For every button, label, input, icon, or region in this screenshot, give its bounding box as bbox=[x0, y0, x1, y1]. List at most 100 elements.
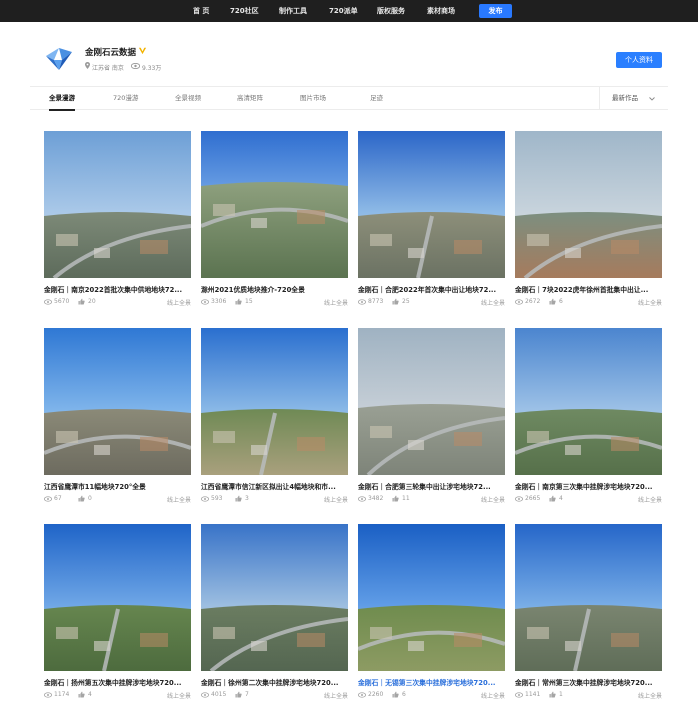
like-count: 25 bbox=[402, 298, 410, 305]
nav-community[interactable]: 720社区 bbox=[230, 0, 259, 22]
online-panorama-tag: 线上全景 bbox=[166, 300, 191, 307]
panorama-thumbnail[interactable] bbox=[44, 131, 191, 278]
online-panorama-tag: 线上全景 bbox=[323, 497, 348, 504]
nav-copyright[interactable]: 版权服务 bbox=[377, 0, 405, 22]
online-panorama-tag: 线上全景 bbox=[480, 693, 505, 700]
panorama-thumbnail[interactable] bbox=[201, 524, 348, 671]
work-stats: 3306 15 线上全景 bbox=[201, 298, 348, 308]
panorama-thumbnail[interactable] bbox=[515, 131, 662, 278]
thumbs-up-icon bbox=[235, 298, 242, 305]
work-title[interactable]: 滁州2021优质地块推介-720全景 bbox=[201, 284, 348, 294]
work-title[interactable]: 江西省鹰潭市信江新区拟出让4幅地块和市... bbox=[201, 481, 348, 491]
eye-icon bbox=[515, 496, 523, 502]
panorama-thumbnail[interactable] bbox=[44, 524, 191, 671]
eye-icon bbox=[44, 299, 52, 305]
online-panorama-tag: 线上全景 bbox=[637, 300, 662, 307]
work-title[interactable]: 金刚石｜无锡第三次集中挂牌涉宅地块720... bbox=[358, 677, 505, 687]
eye-icon bbox=[131, 63, 140, 69]
view-count: 2260 bbox=[368, 691, 384, 698]
tab-image-market[interactable]: 图片市场 bbox=[300, 87, 326, 110]
eye-icon bbox=[44, 496, 52, 502]
online-panorama-tag: 线上全景 bbox=[166, 693, 191, 700]
work-stats: 5670 20 线上全景 bbox=[44, 298, 191, 308]
thumbs-up-icon bbox=[78, 298, 85, 305]
panorama-thumbnail[interactable] bbox=[358, 524, 505, 671]
like-count: 4 bbox=[559, 495, 563, 502]
profile-views: 9.33万 bbox=[142, 65, 162, 72]
work-title[interactable]: 金刚石｜7块2022虎年徐州首批集中出让... bbox=[515, 284, 662, 294]
nav-home[interactable]: 首 页 bbox=[193, 0, 209, 22]
work-stats: 8773 25 线上全景 bbox=[358, 298, 505, 308]
panorama-thumbnail[interactable] bbox=[515, 328, 662, 475]
tab-panorama-video[interactable]: 全景视频 bbox=[175, 87, 201, 110]
thumbs-up-icon bbox=[549, 298, 556, 305]
like-count: 6 bbox=[559, 298, 563, 305]
view-count: 67 bbox=[54, 495, 62, 502]
like-count: 0 bbox=[88, 495, 92, 502]
view-count: 8773 bbox=[368, 298, 384, 305]
view-count: 3306 bbox=[211, 298, 227, 305]
work-stats: 1141 1 线上全景 bbox=[515, 691, 662, 701]
thumbs-up-icon bbox=[78, 495, 85, 502]
panorama-thumbnail[interactable] bbox=[201, 131, 348, 278]
nav-dispatch[interactable]: 720派单 bbox=[329, 0, 358, 22]
verified-v-icon bbox=[138, 47, 147, 55]
work-stats: 2672 6 线上全景 bbox=[515, 298, 662, 308]
nav-material-store[interactable]: 素材商场 bbox=[427, 0, 455, 22]
tab-panorama-tour[interactable]: 全景漫游 bbox=[49, 87, 75, 111]
sort-label: 最新作品 bbox=[612, 94, 638, 102]
eye-icon bbox=[201, 299, 209, 305]
work-title[interactable]: 金刚石｜合肥2022年首次集中出让地块72... bbox=[358, 284, 505, 294]
online-panorama-tag: 线上全景 bbox=[637, 693, 662, 700]
work-title[interactable]: 金刚石｜南京2022首批次集中供地地块72... bbox=[44, 284, 191, 294]
thumbs-up-icon bbox=[392, 298, 399, 305]
top-navbar: 首 页 720社区 制作工具 720派单 版权服务 素材商场 发布 bbox=[0, 0, 698, 22]
work-title[interactable]: 金刚石｜扬州第五次集中挂牌涉宅地块720... bbox=[44, 677, 191, 687]
online-panorama-tag: 线上全景 bbox=[166, 497, 191, 504]
work-stats: 3482 11 线上全景 bbox=[358, 495, 505, 505]
thumbs-up-icon bbox=[392, 691, 399, 698]
online-panorama-tag: 线上全景 bbox=[637, 497, 662, 504]
like-count: 11 bbox=[402, 495, 410, 502]
like-count: 3 bbox=[245, 495, 249, 502]
thumbs-up-icon bbox=[549, 691, 556, 698]
profile-name: 金刚石云数据 bbox=[85, 48, 137, 58]
panorama-thumbnail[interactable] bbox=[44, 328, 191, 475]
nav-tools[interactable]: 制作工具 bbox=[279, 0, 307, 22]
panorama-thumbnail[interactable] bbox=[515, 524, 662, 671]
work-title[interactable]: 金刚石｜南京第三次集中挂牌涉宅地块720... bbox=[515, 481, 662, 491]
view-count: 2672 bbox=[525, 298, 541, 305]
work-title[interactable]: 金刚石｜常州第三次集中挂牌涉宅地块720... bbox=[515, 677, 662, 687]
panorama-thumbnail[interactable] bbox=[201, 328, 348, 475]
like-count: 4 bbox=[88, 691, 92, 698]
tab-footprint[interactable]: 足迹 bbox=[370, 87, 383, 110]
tab-720-tour[interactable]: 720漫游 bbox=[113, 87, 138, 110]
online-panorama-tag: 线上全景 bbox=[480, 497, 505, 504]
work-stats: 593 3 线上全景 bbox=[201, 495, 348, 505]
eye-icon bbox=[201, 692, 209, 698]
work-title[interactable]: 江西省鹰潭市11幅地块720°全景 bbox=[44, 481, 191, 491]
profile-location: 江苏省 南京 bbox=[92, 65, 124, 72]
work-title[interactable]: 金刚石｜合肥第三轮集中出让涉宅地块72... bbox=[358, 481, 505, 491]
panorama-thumbnail[interactable] bbox=[358, 131, 505, 278]
thumbs-up-icon bbox=[549, 495, 556, 502]
work-stats: 2665 4 线上全景 bbox=[515, 495, 662, 505]
content-tabs: 全景漫游 720漫游 全景视频 高清矩阵 图片市场 足迹 最新作品 bbox=[30, 86, 668, 111]
work-stats: 4015 7 线上全景 bbox=[201, 691, 348, 701]
thumbs-up-icon bbox=[392, 495, 399, 502]
view-count: 2665 bbox=[525, 495, 541, 502]
view-count: 1141 bbox=[525, 691, 541, 698]
thumbs-up-icon bbox=[78, 691, 85, 698]
chevron-down-icon bbox=[649, 97, 655, 101]
work-stats: 1174 4 线上全景 bbox=[44, 691, 191, 701]
sort-dropdown[interactable]: 最新作品 bbox=[599, 87, 668, 110]
online-panorama-tag: 线上全景 bbox=[323, 693, 348, 700]
profile-info-button[interactable]: 个人资料 bbox=[616, 52, 662, 68]
work-title[interactable]: 金刚石｜徐州第二次集中挂牌涉宅地块720... bbox=[201, 677, 348, 687]
publish-button[interactable]: 发布 bbox=[479, 4, 512, 18]
eye-icon bbox=[44, 692, 52, 698]
online-panorama-tag: 线上全景 bbox=[480, 300, 505, 307]
tab-hd-matrix[interactable]: 高清矩阵 bbox=[237, 87, 263, 110]
panorama-thumbnail[interactable] bbox=[358, 328, 505, 475]
view-count: 5670 bbox=[54, 298, 70, 305]
